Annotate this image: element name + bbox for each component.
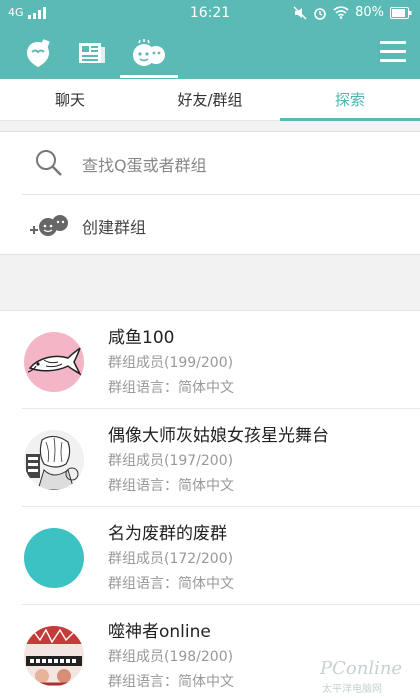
teal-circle-avatar — [24, 528, 84, 588]
tab-underline — [280, 118, 420, 121]
group-member-count: 群组成员(172/200) — [108, 551, 234, 567]
group-item[interactable]: 咸鱼100 群组成员(199/200) 群组语言：简体中文 — [0, 311, 420, 409]
search-icon — [36, 150, 62, 176]
anime-poster-avatar — [24, 626, 84, 686]
group-name: 名为废群的废群 — [108, 524, 227, 544]
tab-explore[interactable]: 探索 — [280, 79, 420, 121]
active-indicator — [120, 75, 178, 78]
group-member-count: 群组成员(197/200) — [108, 453, 234, 469]
status-bar: 4G 16:21 80% — [0, 0, 420, 27]
tab-chat[interactable]: 聊天 — [0, 79, 140, 121]
explore-icon[interactable] — [128, 35, 168, 71]
tab-bar: 聊天 好友/群组 探索 — [0, 79, 420, 121]
alarm-icon — [314, 7, 326, 20]
battery-percent: 80% — [355, 5, 384, 20]
group-item[interactable]: 名为废群的废群 群组成员(172/200) 群组语言：简体中文 — [0, 507, 420, 605]
group-member-count: 群组成员(199/200) — [108, 355, 234, 371]
mute-icon — [293, 5, 307, 20]
manga-avatar — [24, 430, 84, 490]
watermark-logo: PConline 太平洋电脑网 — [320, 656, 412, 696]
search-input[interactable]: 查找Q蛋或者群组 — [82, 152, 207, 176]
group-item[interactable]: 偶像大师灰姑娘女孩星光舞台 群组成员(197/200) 群组语言：简体中文 — [0, 409, 420, 507]
group-language: 群组语言：简体中文 — [108, 380, 234, 396]
wifi-icon — [333, 6, 349, 19]
top-nav-bar — [0, 27, 420, 79]
group-language: 群组语言：简体中文 — [108, 576, 234, 592]
create-group-row[interactable]: 创建群组 — [0, 194, 420, 256]
status-right: 80% — [293, 5, 412, 20]
group-name: 偶像大师灰姑娘女孩星光舞台 — [108, 426, 329, 446]
menu-icon[interactable] — [380, 41, 406, 63]
watermark-brand: PConline — [320, 658, 403, 679]
tab-friends-groups[interactable]: 好友/群组 — [140, 79, 280, 121]
group-list: 咸鱼100 群组成员(199/200) 群组语言：简体中文 偶像大师灰姑娘女孩星… — [0, 310, 420, 700]
group-language: 群组语言：简体中文 — [108, 674, 234, 690]
actions-panel: 查找Q蛋或者群组 创建群组 — [0, 131, 420, 255]
news-icon[interactable] — [72, 35, 112, 71]
battery-icon — [390, 6, 412, 19]
profile-icon[interactable] — [18, 35, 58, 71]
group-member-count: 群组成员(198/200) — [108, 649, 234, 665]
create-group-icon — [30, 215, 68, 236]
watermark-subtitle: 太平洋电脑网 — [322, 684, 382, 695]
group-name: 噬神者online — [108, 622, 211, 642]
create-group-label: 创建群组 — [82, 218, 147, 237]
fish-illustration-avatar — [24, 332, 84, 392]
search-row[interactable]: 查找Q蛋或者群组 — [0, 132, 420, 195]
group-name: 咸鱼100 — [108, 328, 175, 348]
group-language: 群组语言：简体中文 — [108, 478, 234, 494]
